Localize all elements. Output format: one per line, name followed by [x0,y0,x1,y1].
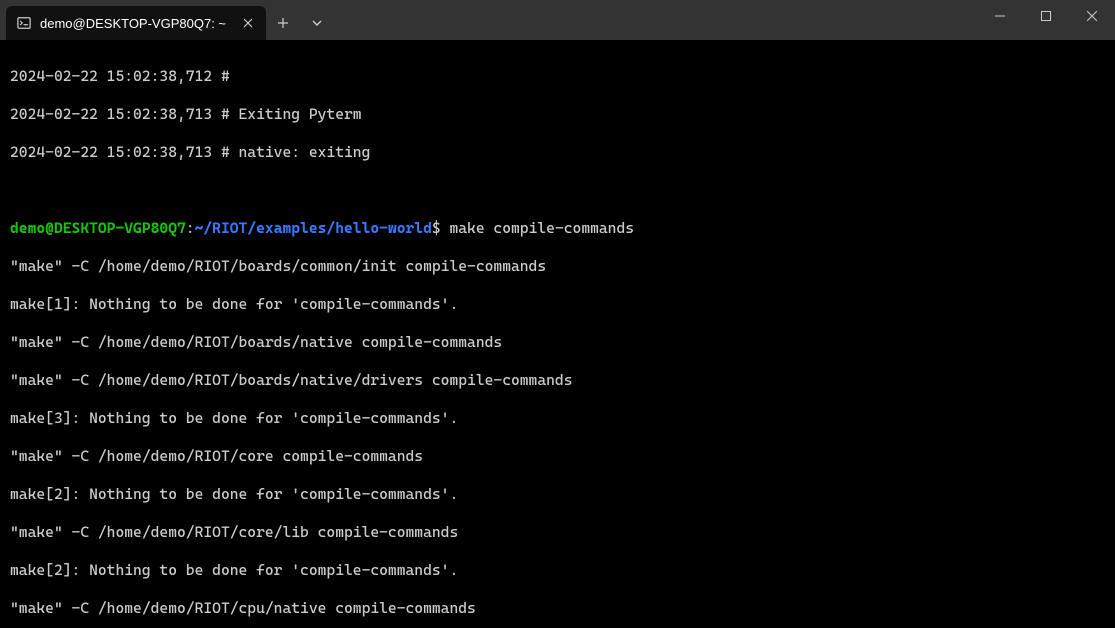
output-line: "make" -C /home/demo/RIOT/boards/native/… [10,371,1105,390]
tab-title: demo@DESKTOP-VGP80Q7: ~ [40,14,226,33]
prompt-command: make compile-commands [441,219,634,237]
new-tab-button[interactable] [266,6,300,40]
tab-close-button[interactable] [240,15,256,31]
titlebar: demo@DESKTOP-VGP80Q7: ~ [0,0,1115,40]
output-line: make[3]: Nothing to be done for 'compile… [10,409,1105,428]
close-window-button[interactable] [1069,0,1115,32]
output-line: "make" -C /home/demo/RIOT/boards/common/… [10,257,1105,276]
terminal-area[interactable]: 2024-02-22 15:02:38,712 # 2024-02-22 15:… [0,40,1115,628]
output-line: make[1]: Nothing to be done for 'compile… [10,295,1105,314]
output-line: make[2]: Nothing to be done for 'compile… [10,561,1105,580]
window-controls [977,0,1115,32]
output-line: make[2]: Nothing to be done for 'compile… [10,485,1105,504]
prompt-sep: : [186,219,195,237]
prompt-line: demo@DESKTOP-VGP80Q7:~/RIOT/examples/hel… [10,219,1105,238]
output-line: "make" -C /home/demo/RIOT/cpu/native com… [10,599,1105,618]
output-line: "make" -C /home/demo/RIOT/core compile-c… [10,447,1105,466]
output-line: "make" -C /home/demo/RIOT/boards/native … [10,333,1105,352]
log-line: 2024-02-22 15:02:38,713 # Exiting Pyterm [10,105,1105,124]
tab-strip: demo@DESKTOP-VGP80Q7: ~ [0,0,334,40]
maximize-button[interactable] [1023,0,1069,32]
tab-dropdown-button[interactable] [300,6,334,40]
prompt-user-host: demo@DESKTOP-VGP80Q7 [10,219,186,237]
blank-line [10,181,1105,200]
tab-terminal[interactable]: demo@DESKTOP-VGP80Q7: ~ [6,6,266,40]
minimize-button[interactable] [977,0,1023,32]
prompt-path: ~/RIOT/examples/hello-world [195,219,432,237]
prompt-dollar: $ [432,219,441,237]
log-line: 2024-02-22 15:02:38,713 # native: exitin… [10,143,1105,162]
terminal-icon [16,15,32,31]
log-line: 2024-02-22 15:02:38,712 # [10,67,1105,86]
output-line: "make" -C /home/demo/RIOT/core/lib compi… [10,523,1105,542]
